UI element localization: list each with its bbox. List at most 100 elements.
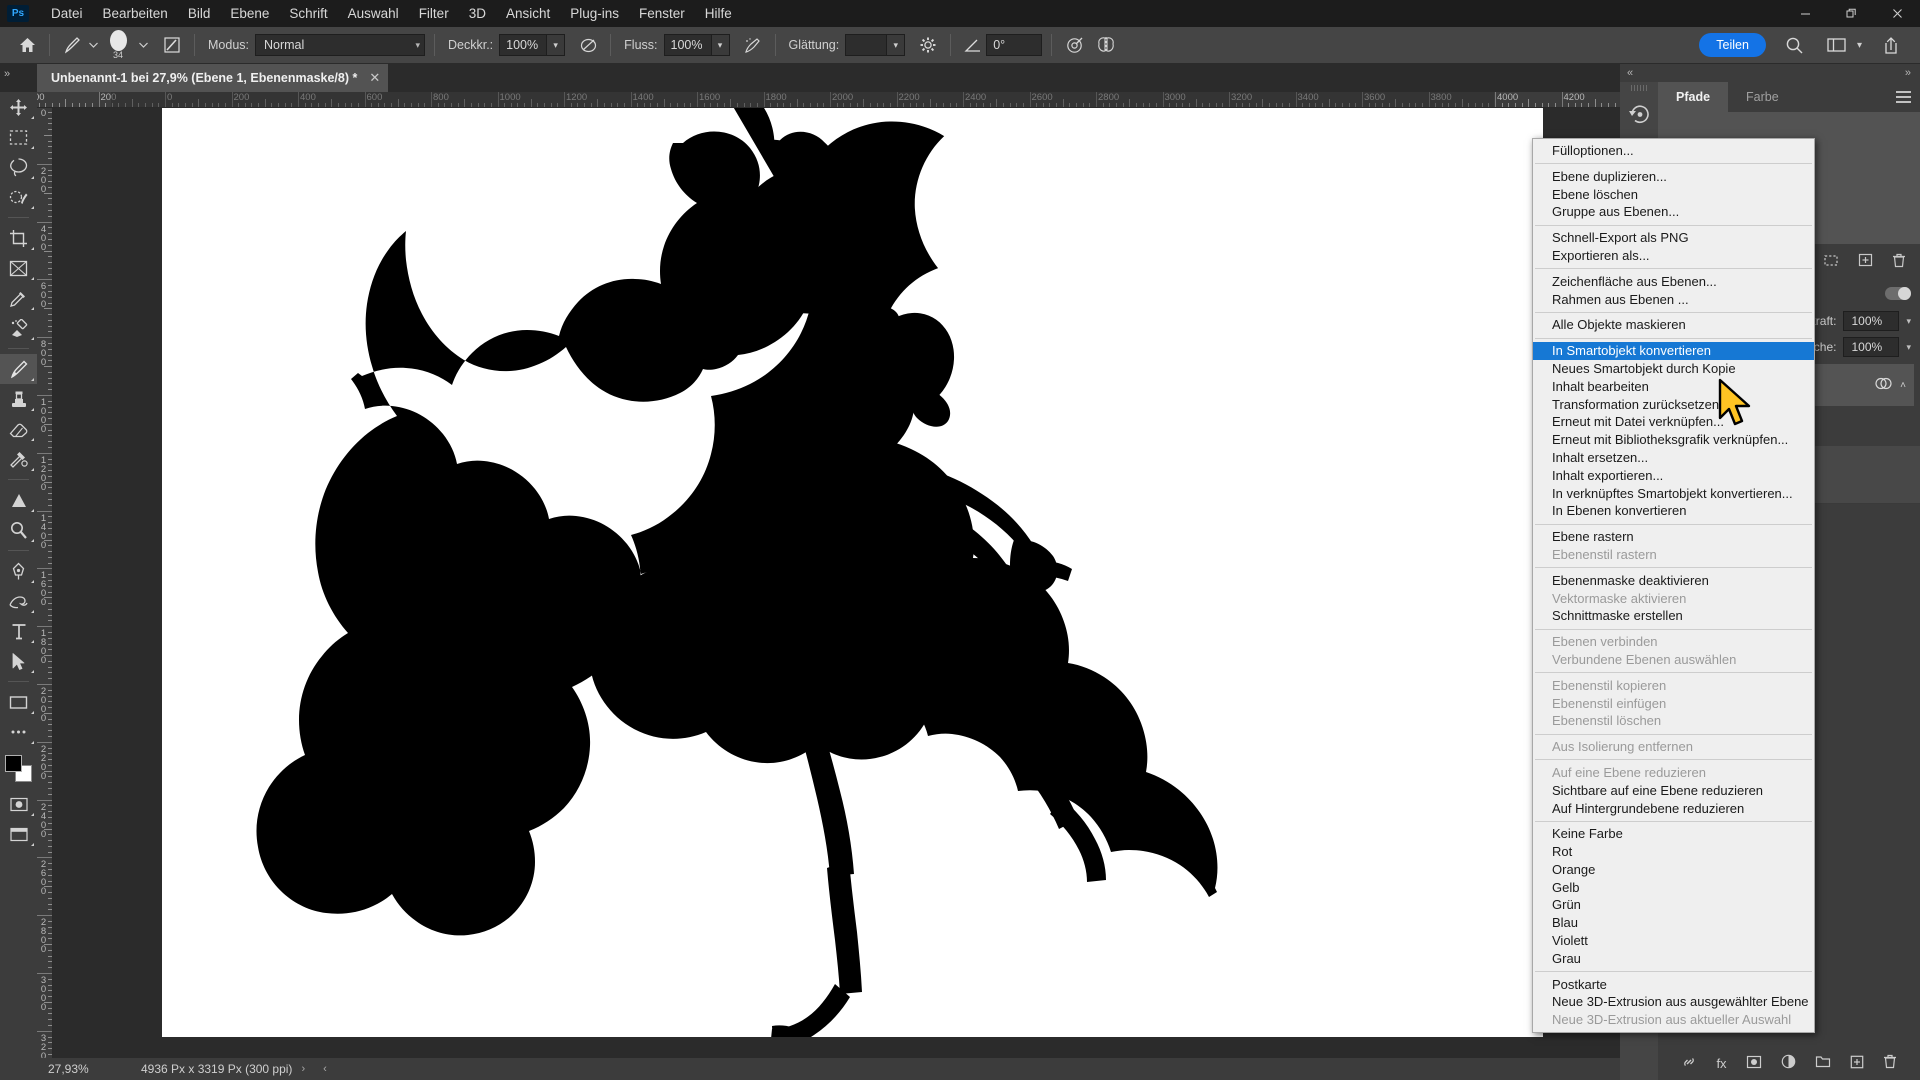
context-menu-item[interactable]: Blau xyxy=(1533,914,1814,932)
zoom-level[interactable]: 27,93% xyxy=(37,1062,123,1076)
gradient-tool[interactable] xyxy=(0,444,37,474)
context-menu-item[interactable]: Gruppe aus Ebenen... xyxy=(1533,203,1814,221)
frame-tool[interactable] xyxy=(0,253,37,283)
add-mask-icon[interactable] xyxy=(1746,1055,1762,1072)
layer-style-icon[interactable]: fx xyxy=(1716,1056,1726,1071)
foreground-color-swatch[interactable] xyxy=(5,755,22,772)
context-menu-item[interactable]: In Smartobjekt konvertieren xyxy=(1533,342,1814,360)
smoothing-input[interactable] xyxy=(845,34,887,56)
context-menu-item[interactable]: Schnell-Export als PNG xyxy=(1533,229,1814,247)
brush-tool[interactable] xyxy=(0,354,37,384)
delete-path-icon[interactable] xyxy=(1890,251,1908,269)
brush-size-preview[interactable]: 34 xyxy=(101,30,135,60)
history-panel-icon[interactable] xyxy=(1620,91,1658,137)
delete-layer-icon[interactable] xyxy=(1883,1054,1897,1072)
tablet-pressure-icon[interactable] xyxy=(1061,32,1087,58)
pen-tool[interactable] xyxy=(0,556,37,586)
layer-opacity-input[interactable]: 100% xyxy=(1843,311,1899,331)
menu-auswahl[interactable]: Auswahl xyxy=(338,0,409,27)
context-menu-item[interactable]: Erneut mit Datei verknüpfen... xyxy=(1533,413,1814,431)
blur-tool[interactable] xyxy=(0,485,37,515)
layer-context-menu[interactable]: Fülloptionen...Ebene duplizieren...Ebene… xyxy=(1532,138,1815,1033)
menu-hilfe[interactable]: Hilfe xyxy=(695,0,742,27)
context-menu-item[interactable]: In Ebenen konvertieren xyxy=(1533,502,1814,520)
context-menu-item[interactable]: Grau xyxy=(1533,950,1814,968)
context-menu-item[interactable]: Schnittmaske erstellen xyxy=(1533,607,1814,625)
new-path-icon[interactable] xyxy=(1856,251,1874,269)
menu-3d[interactable]: 3D xyxy=(459,0,496,27)
context-menu-item[interactable]: Postkarte xyxy=(1533,976,1814,994)
airbrush-icon[interactable] xyxy=(740,32,766,58)
tab-farbe[interactable]: Farbe xyxy=(1728,82,1797,112)
clone-stamp-tool[interactable] xyxy=(0,384,37,414)
brush-preset-chevron-icon[interactable] xyxy=(85,32,101,58)
new-layer-icon[interactable] xyxy=(1850,1055,1864,1072)
context-menu-item[interactable]: Alle Objekte maskieren xyxy=(1533,316,1814,334)
context-menu-item[interactable]: Inhalt ersetzen... xyxy=(1533,449,1814,467)
type-tool[interactable] xyxy=(0,616,37,646)
document-tab[interactable]: Unbenannt-1 bei 27,9% (Ebene 1, Ebenenma… xyxy=(37,64,388,92)
tab-pfade[interactable]: Pfade xyxy=(1658,82,1728,112)
dodge-tool[interactable] xyxy=(0,515,37,545)
filter-enable-toggle[interactable] xyxy=(1885,287,1911,300)
new-adjustment-layer-icon[interactable] xyxy=(1781,1054,1796,1072)
context-menu-item[interactable]: Exportieren als... xyxy=(1533,247,1814,265)
flow-input[interactable]: 100% xyxy=(664,34,712,56)
maximize-restore-button[interactable] xyxy=(1828,0,1874,27)
brush-settings-panel-icon[interactable] xyxy=(159,32,185,58)
context-menu-item[interactable]: Grün xyxy=(1533,896,1814,914)
menu-plug-ins[interactable]: Plug-ins xyxy=(560,0,629,27)
expand-panels-icon[interactable]: » xyxy=(1905,67,1920,79)
context-menu-item[interactable]: Ebene löschen xyxy=(1533,186,1814,204)
context-menu-item[interactable]: Rot xyxy=(1533,843,1814,861)
blend-mode-select[interactable]: Normal ▾ xyxy=(255,34,425,56)
menu-bearbeiten[interactable]: Bearbeiten xyxy=(93,0,178,27)
context-menu-item[interactable]: Fülloptionen... xyxy=(1533,142,1814,160)
close-button[interactable] xyxy=(1874,0,1920,27)
context-menu-item[interactable]: Auf Hintergrundebene reduzieren xyxy=(1533,800,1814,818)
context-menu-item[interactable]: Violett xyxy=(1533,932,1814,950)
menu-fenster[interactable]: Fenster xyxy=(629,0,695,27)
context-menu-item[interactable]: Rahmen aus Ebenen ... xyxy=(1533,291,1814,309)
menu-ebene[interactable]: Ebene xyxy=(220,0,279,27)
close-icon[interactable]: ✕ xyxy=(369,70,380,86)
quick-mask-tool[interactable] xyxy=(0,789,37,819)
opacity-input[interactable]: 100% xyxy=(499,34,547,56)
move-tool[interactable] xyxy=(0,92,37,122)
brush-size-chevron-icon[interactable] xyxy=(135,32,151,58)
status-next-arrow[interactable]: › xyxy=(292,1063,314,1075)
opacity-dropdown-button[interactable]: ▾ xyxy=(547,34,565,56)
search-icon[interactable] xyxy=(1782,32,1808,58)
chevron-down-icon[interactable]: ▾ xyxy=(1906,316,1911,327)
context-menu-item[interactable]: Ebenenmaske deaktivieren xyxy=(1533,572,1814,590)
context-menu-item[interactable]: Erneut mit Bibliotheksgrafik verknüpfen.… xyxy=(1533,431,1814,449)
context-menu-item[interactable]: In verknüpftes Smartobjekt konvertieren.… xyxy=(1533,485,1814,503)
context-menu-item[interactable]: Inhalt exportieren... xyxy=(1533,467,1814,485)
vertical-ruler[interactable]: 0200400600800100012001400160018002000220… xyxy=(37,108,53,1072)
home-icon[interactable] xyxy=(14,32,40,58)
brush-angle-input[interactable]: 0° xyxy=(986,34,1042,56)
blend-mode-circle-icon[interactable] xyxy=(1875,375,1892,395)
menu-bild[interactable]: Bild xyxy=(178,0,221,27)
panel-collapse-arrows[interactable]: » xyxy=(4,68,10,80)
artboard[interactable] xyxy=(162,108,1543,1037)
status-prev-arrow[interactable]: ‹ xyxy=(314,1063,336,1075)
eraser-tool[interactable] xyxy=(0,414,37,444)
context-menu-item[interactable]: Gelb xyxy=(1533,879,1814,897)
object-selection-tool[interactable] xyxy=(0,182,37,212)
make-work-path-icon[interactable] xyxy=(1822,251,1840,269)
smoothing-dropdown-button[interactable]: ▾ xyxy=(887,34,905,56)
menu-filter[interactable]: Filter xyxy=(409,0,459,27)
crop-tool[interactable] xyxy=(0,223,37,253)
more-tools[interactable] xyxy=(0,717,37,747)
screen-mode-tool[interactable] xyxy=(0,819,37,849)
angle-icon[interactable] xyxy=(960,32,986,58)
eyedropper-tool[interactable] xyxy=(0,283,37,313)
lasso-tool[interactable] xyxy=(0,152,37,182)
layer-fill-input[interactable]: 100% xyxy=(1843,337,1899,357)
canvas-area[interactable] xyxy=(53,108,1620,1072)
collapse-panels-icon[interactable]: « xyxy=(1620,67,1633,79)
path-selection-tool[interactable] xyxy=(0,646,37,676)
share-button[interactable]: Teilen xyxy=(1699,33,1766,57)
flow-dropdown-button[interactable]: ▾ xyxy=(712,34,730,56)
